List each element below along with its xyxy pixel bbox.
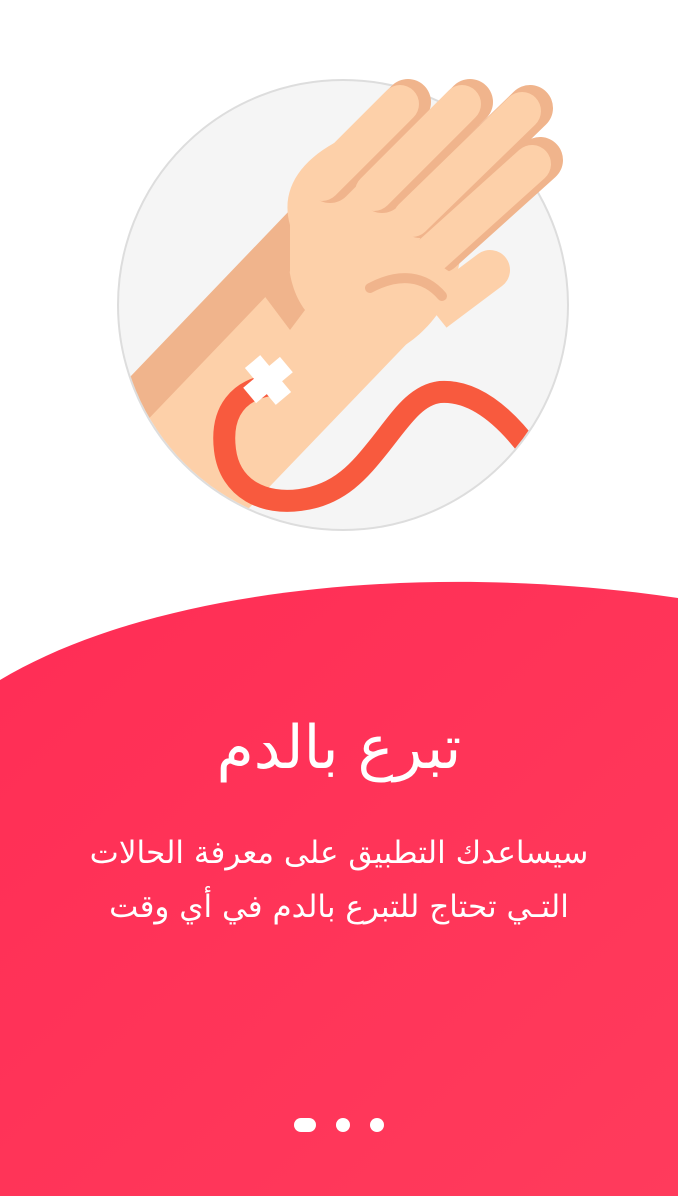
onboarding-content: تبرع بالدم سيساعدك التطبيق على معرفة الح… (0, 700, 678, 934)
page-indicator-dot-2[interactable] (336, 1118, 350, 1132)
onboarding-screen: تبرع بالدم سيساعدك التطبيق على معرفة الح… (0, 0, 678, 1196)
page-indicator[interactable] (0, 1118, 678, 1132)
page-indicator-dot-3[interactable] (370, 1118, 384, 1132)
description-line-1: سيساعدك التطبيق على معرفة الحالات (89, 835, 589, 871)
description-line-2: التـي تحتاج للتبرع بالدم في أي وقت (109, 889, 569, 925)
onboarding-description: سيساعدك التطبيق على معرفة الحالات التـي … (0, 826, 678, 934)
page-indicator-dot-1[interactable] (294, 1118, 316, 1132)
onboarding-title: تبرع بالدم (216, 713, 462, 783)
accent-wave-background (0, 581, 678, 1196)
